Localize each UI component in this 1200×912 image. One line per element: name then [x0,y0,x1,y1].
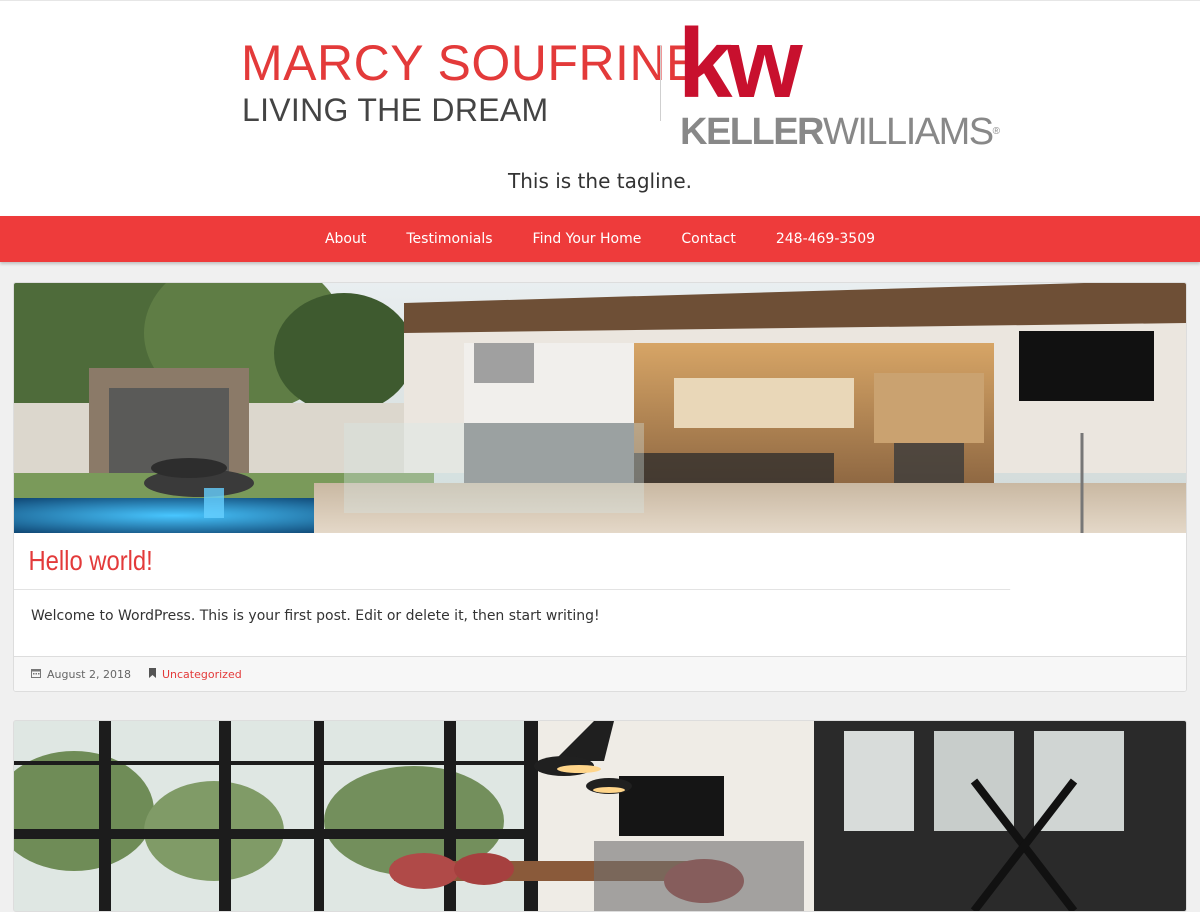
post-featured-image[interactable] [14,283,1186,533]
kw-logo-word-bold: KELLER [680,111,825,153]
site-tagline: This is the tagline. [508,169,692,193]
post-featured-image[interactable] [14,721,1186,911]
nav-item-about[interactable]: About [305,231,386,247]
post-card: Hello world! Welcome to WordPress. This … [13,282,1187,692]
kw-logo-word-light: WILLIAMS [823,111,994,153]
kw-logo-mark: kw [678,8,803,118]
main-navigation: About Testimonials Find Your Home Contac… [0,216,1200,262]
site-title[interactable]: MARCY SOUFRINE [241,35,700,91]
post-card [13,720,1187,912]
kw-logo-wordmark: KELLERWILLIAMS® [680,113,1000,151]
nav-item-contact[interactable]: Contact [661,231,755,247]
kw-logo-reg-mark: ® [992,126,1000,137]
dining-room-photo [14,721,1186,911]
nav-item-find-your-home[interactable]: Find Your Home [513,231,662,247]
post-date: August 2, 2018 [47,667,131,681]
post-meta: August 2, 2018 Uncategorized [14,657,1186,691]
post-excerpt: Welcome to WordPress. This is your first… [14,590,1186,657]
post-title[interactable]: Hello world! [14,533,1011,590]
outdoor-kitchen-pool-photo [14,283,1186,533]
calendar-icon [31,668,41,681]
keller-williams-logo[interactable]: kw KELLERWILLIAMS® [678,8,1000,153]
logo-divider [660,45,661,121]
site-subtitle: LIVING THE DREAM [242,92,549,128]
main-content: Hello world! Welcome to WordPress. This … [0,262,1200,912]
bookmark-icon [148,667,156,681]
post-category-link[interactable]: Uncategorized [162,668,242,681]
site-header: MARCY SOUFRINE LIVING THE DREAM kw KELLE… [0,0,1200,216]
nav-item-phone[interactable]: 248-469-3509 [756,231,895,247]
nav-item-testimonials[interactable]: Testimonials [386,231,512,247]
